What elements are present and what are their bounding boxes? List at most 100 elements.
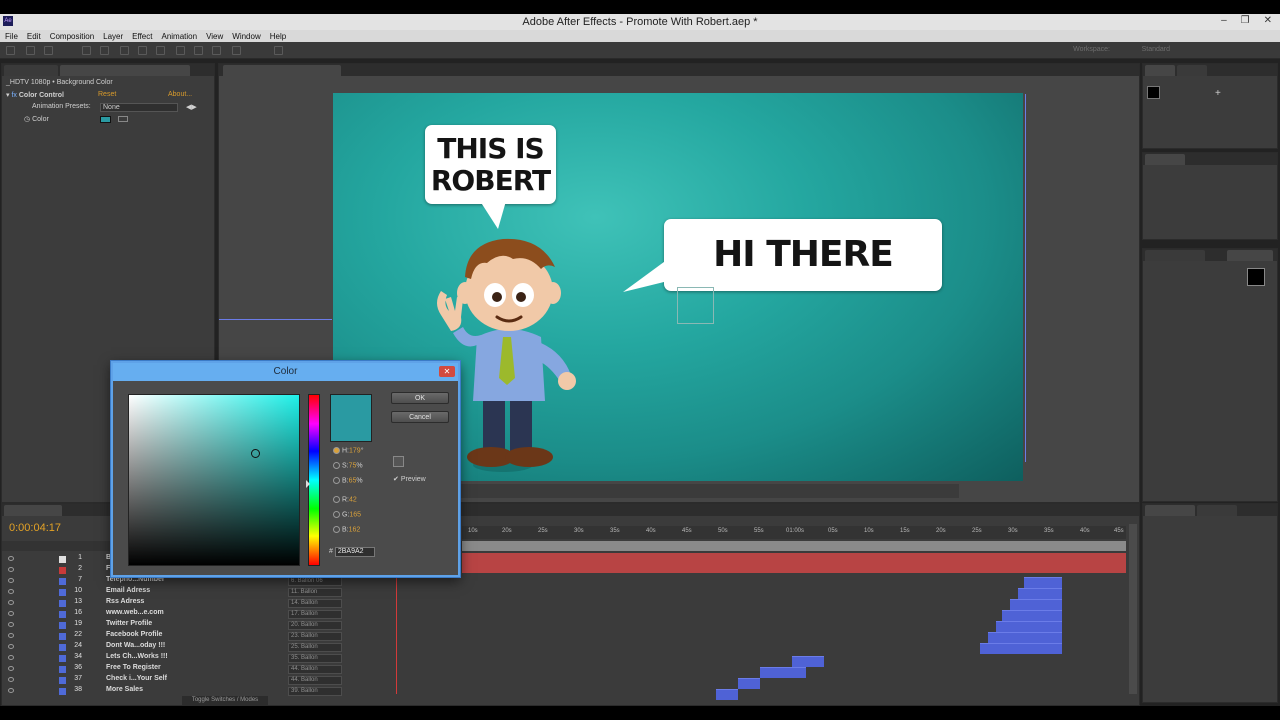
- layer-bar[interactable]: [996, 621, 1062, 632]
- eye-icon[interactable]: [8, 556, 14, 561]
- red-value[interactable]: 42: [349, 496, 357, 503]
- tab-preview[interactable]: [1145, 154, 1185, 165]
- eye-icon[interactable]: [8, 622, 14, 627]
- tab-effects-presets[interactable]: [1145, 250, 1205, 261]
- layer-bar[interactable]: [1024, 577, 1062, 588]
- fill-color-swatch[interactable]: [1247, 268, 1265, 286]
- parent-dropdown[interactable]: 44. Ballon: [288, 676, 342, 685]
- tab-project[interactable]: [4, 65, 58, 76]
- minimize-icon[interactable]: –: [1221, 15, 1227, 26]
- layer-bar[interactable]: [792, 656, 824, 667]
- label-color[interactable]: [59, 622, 66, 629]
- mask-tool-icon[interactable]: [138, 46, 147, 55]
- selection-tool-icon[interactable]: [6, 46, 15, 55]
- eye-icon[interactable]: [8, 688, 14, 693]
- toggle-switches-button[interactable]: Toggle Switches / Modes: [182, 696, 268, 705]
- zoom-tool-icon[interactable]: [44, 46, 53, 55]
- tab-effect-controls[interactable]: [60, 65, 190, 76]
- layer-bar[interactable]: [760, 667, 806, 678]
- timeline-scrollbar[interactable]: [1129, 524, 1137, 694]
- comp-viewer-controls[interactable]: [459, 484, 959, 498]
- label-color[interactable]: [59, 633, 66, 640]
- label-color[interactable]: [59, 655, 66, 662]
- layer-row[interactable]: 34 Lets Ch...Works !!! 35. Ballon: [2, 653, 462, 664]
- tab-paragraph[interactable]: [1145, 505, 1195, 516]
- label-color[interactable]: [59, 556, 66, 563]
- parent-dropdown[interactable]: 6. Ballon 06: [288, 577, 342, 586]
- label-color[interactable]: [59, 611, 66, 618]
- menu-effect[interactable]: Effect: [132, 32, 152, 41]
- eye-icon[interactable]: [8, 644, 14, 649]
- robert-character[interactable]: [433, 233, 613, 473]
- label-color[interactable]: [59, 688, 66, 695]
- label-color[interactable]: [59, 644, 66, 651]
- radio-icon[interactable]: [333, 496, 340, 503]
- hex-field[interactable]: # 2BA9A2: [329, 547, 375, 558]
- hex-input[interactable]: 2BA9A2: [334, 547, 375, 557]
- color-cursor-icon[interactable]: [251, 449, 260, 458]
- radio-icon[interactable]: [333, 477, 340, 484]
- layer-row[interactable]: 7 Telepho...Number 6. Ballon 06: [2, 576, 462, 587]
- parent-dropdown[interactable]: 14. Ballon: [288, 599, 342, 608]
- radio-icon[interactable]: [333, 526, 340, 533]
- anchor-box[interactable]: [677, 287, 714, 324]
- pan-behind-tool-icon[interactable]: [120, 46, 129, 55]
- red-layer-bars[interactable]: [462, 553, 1126, 573]
- layer-row[interactable]: 37 Check i...Your Self 44. Ballon: [2, 675, 462, 686]
- tab-composition[interactable]: [223, 65, 341, 76]
- eye-icon[interactable]: [8, 633, 14, 638]
- effect-row-color-control[interactable]: ▾ fx Color Control Reset About...: [6, 91, 212, 102]
- menu-help[interactable]: Help: [270, 32, 286, 41]
- menu-layer[interactable]: Layer: [103, 32, 123, 41]
- rotate-tool-icon[interactable]: [82, 46, 91, 55]
- eye-icon[interactable]: [8, 677, 14, 682]
- stopwatch-icon[interactable]: ◷: [24, 116, 30, 123]
- green-value[interactable]: 165: [349, 511, 361, 518]
- preview-toggle[interactable]: ✔ Preview: [393, 475, 426, 483]
- tab-character[interactable]: [1227, 250, 1273, 261]
- layer-row[interactable]: 22 Facebook Profile 23. Ballon: [2, 631, 462, 642]
- eraser-tool-icon[interactable]: [232, 46, 241, 55]
- close-icon[interactable]: ✕: [1264, 15, 1272, 26]
- menu-composition[interactable]: Composition: [50, 32, 94, 41]
- parent-dropdown[interactable]: 20. Ballon: [288, 621, 342, 630]
- layer-row[interactable]: 24 Dont Wa...oday !!! 25. Ballon: [2, 642, 462, 653]
- parent-dropdown[interactable]: 39. Ballon: [288, 687, 342, 696]
- label-color[interactable]: [59, 666, 66, 673]
- menu-animation[interactable]: Animation: [161, 32, 197, 41]
- checkbox-icon[interactable]: ✔: [393, 476, 399, 483]
- hue-field[interactable]: H:179°: [333, 447, 364, 458]
- close-icon[interactable]: ✕: [439, 366, 455, 377]
- eye-icon[interactable]: [8, 611, 14, 616]
- eye-icon[interactable]: [8, 666, 14, 671]
- hue-slider-thumb[interactable]: [306, 480, 310, 488]
- puppet-tool-icon[interactable]: [274, 46, 283, 55]
- tab-audio[interactable]: [1177, 65, 1207, 76]
- fx-expand-icon[interactable]: ▾ fx: [6, 92, 17, 99]
- layer-bar[interactable]: [980, 643, 1062, 654]
- reset-link[interactable]: Reset: [98, 91, 116, 98]
- eye-icon[interactable]: [8, 578, 14, 583]
- eyedropper-icon[interactable]: [393, 456, 404, 467]
- eyedropper-icon[interactable]: [118, 116, 128, 122]
- ok-button[interactable]: OK: [391, 392, 449, 404]
- radio-icon[interactable]: [333, 511, 340, 518]
- layer-bar[interactable]: [1018, 588, 1062, 599]
- about-link[interactable]: About...: [168, 91, 192, 98]
- red-field[interactable]: R:42: [333, 496, 357, 507]
- eye-icon[interactable]: [8, 589, 14, 594]
- text-tool-icon[interactable]: [176, 46, 185, 55]
- parent-dropdown[interactable]: 17. Ballon: [288, 610, 342, 619]
- layer-bar[interactable]: [716, 689, 738, 700]
- menu-file[interactable]: File: [5, 32, 18, 41]
- hue-slider[interactable]: [306, 394, 320, 566]
- color-swatch[interactable]: [100, 116, 111, 123]
- label-color[interactable]: [59, 589, 66, 596]
- layer-bar[interactable]: [988, 632, 1062, 643]
- workspace-select[interactable]: Standard: [1142, 46, 1170, 53]
- layer-row[interactable]: 16 www.web...e.com 17. Ballon: [2, 609, 462, 620]
- eye-icon[interactable]: [8, 567, 14, 572]
- eye-icon[interactable]: [8, 655, 14, 660]
- hand-tool-icon[interactable]: [26, 46, 35, 55]
- layer-row[interactable]: 36 Free To Register 44. Ballon: [2, 664, 462, 675]
